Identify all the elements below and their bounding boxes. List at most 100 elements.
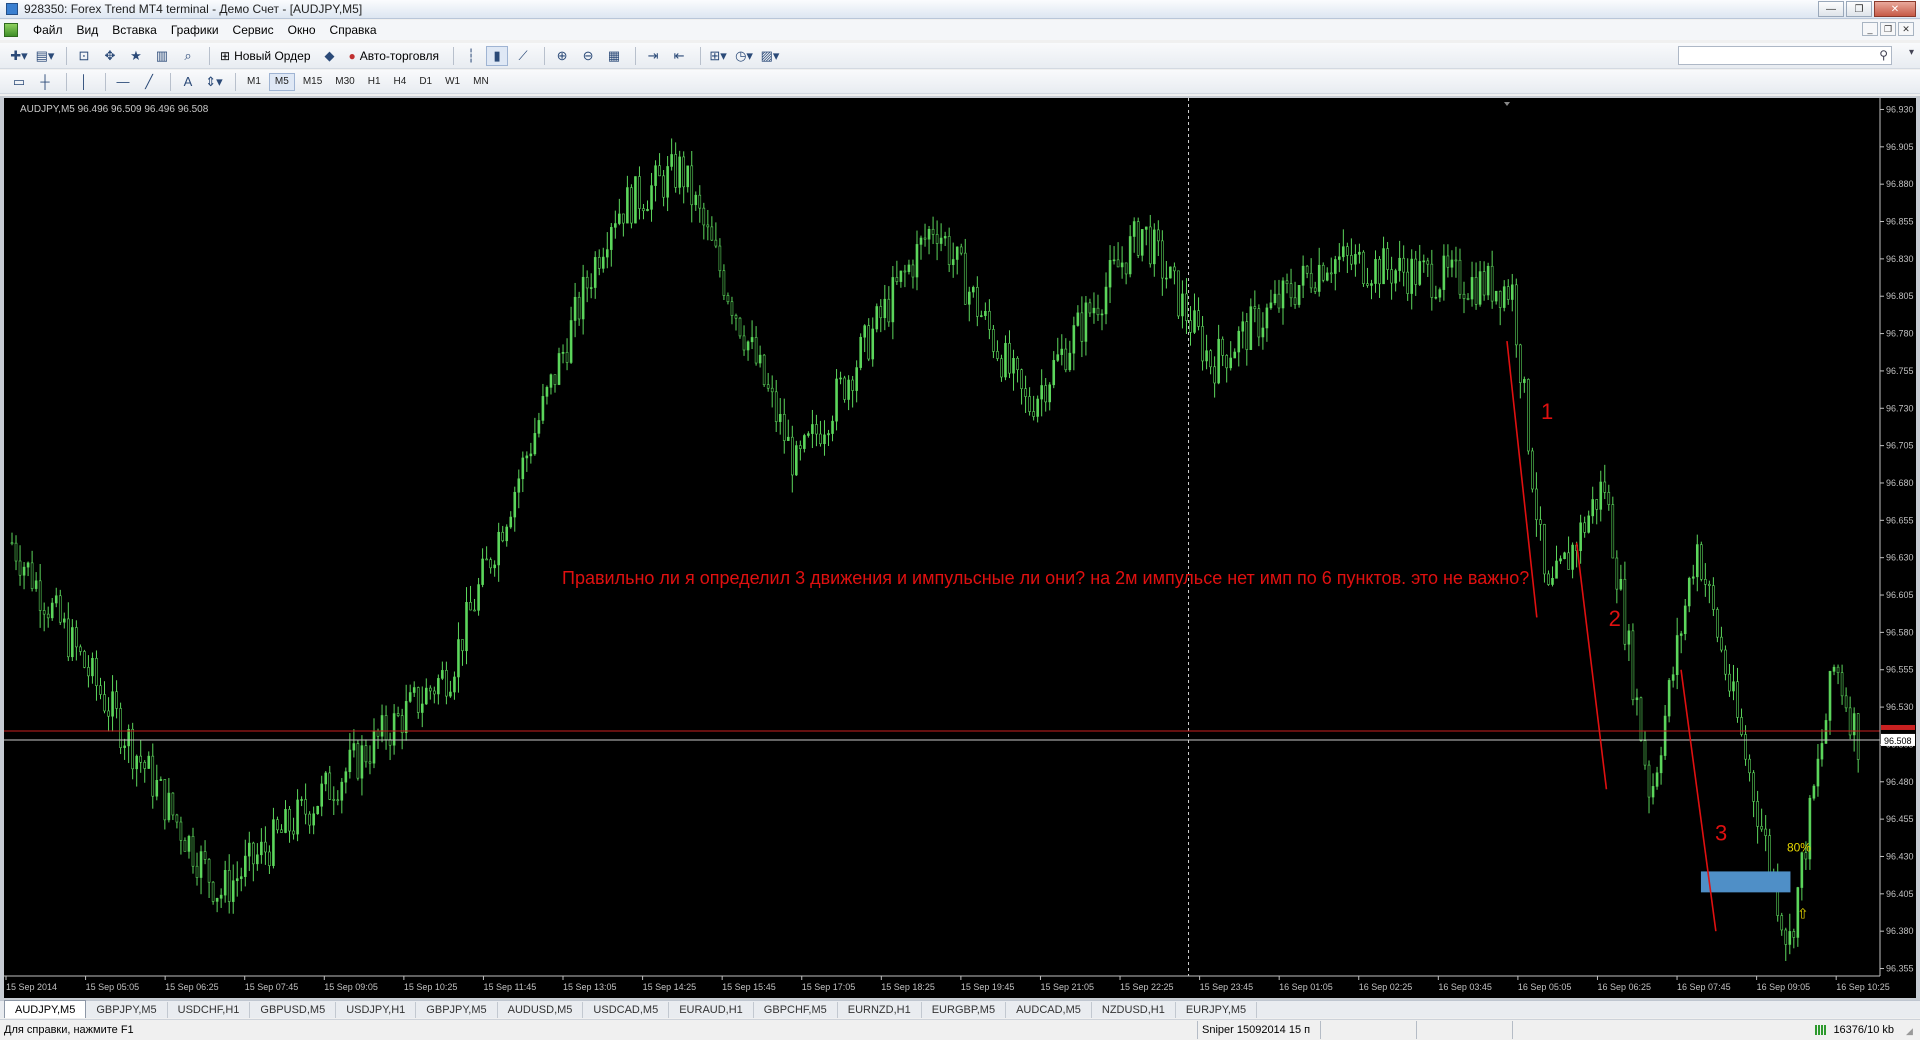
timeframe-m1[interactable]: M1	[242, 73, 266, 91]
horizontal-line-icon[interactable]: —	[112, 72, 134, 92]
close-button[interactable]: ✕	[1874, 1, 1916, 17]
menu-window[interactable]: Окно	[281, 23, 323, 37]
chart-tab-gbpchf-m5[interactable]: GBPCHF,M5	[754, 1002, 838, 1018]
menu-help[interactable]: Справка	[323, 23, 384, 37]
candle-body	[541, 396, 545, 421]
wave-line-3[interactable]	[1680, 669, 1717, 932]
mdi-minimize-button[interactable]: _	[1862, 22, 1878, 36]
menu-tools[interactable]: Сервис	[226, 23, 281, 37]
wave-label-3[interactable]: 3	[1715, 820, 1727, 845]
chart-tab-audcad-m5[interactable]: AUDCAD,M5	[1006, 1002, 1092, 1018]
menu-insert[interactable]: Вставка	[105, 23, 164, 37]
resize-grip-icon[interactable]: ◢	[1906, 1026, 1918, 1038]
menu-view[interactable]: Вид	[70, 23, 106, 37]
zoom-out-icon[interactable]: ⊖	[577, 46, 599, 66]
arrows-icon[interactable]: ⇕▾	[203, 72, 225, 92]
candle-body	[706, 224, 710, 228]
chart-tab-eurnzd-h1[interactable]: EURNZD,H1	[838, 1002, 922, 1018]
templates-icon[interactable]: ▨▾	[759, 46, 781, 66]
toolbar-overflow-icon[interactable]: ▾	[1909, 47, 1914, 58]
candle-body	[1611, 504, 1615, 559]
chart-tab-gbpjpy-m5[interactable]: GBPJPY,M5	[416, 1002, 498, 1018]
wave-line-2[interactable]	[1575, 542, 1608, 790]
candle-body	[171, 792, 175, 816]
chart-tab-nzdusd-h1[interactable]: NZDUSD,H1	[1092, 1002, 1176, 1018]
percent-label[interactable]: 80%	[1787, 840, 1811, 854]
candle-body	[34, 580, 38, 589]
time-tick-label: 15 Sep 06:25	[165, 982, 219, 992]
chart-tab-eurjpy-m5[interactable]: EURJPY,M5	[1176, 1002, 1258, 1018]
chart-window-icon[interactable]	[4, 23, 18, 37]
chart-tab-audjpy-m5[interactable]: AUDJPY,M5	[4, 1000, 87, 1018]
chart-tab-gbpjpy-m5[interactable]: GBPJPY,M5	[86, 1002, 168, 1018]
status-traffic[interactable]: 16376/10 kb	[1815, 1024, 1894, 1036]
crosshair-icon[interactable]: ┼	[34, 72, 56, 92]
mdi-close-button[interactable]: ✕	[1898, 22, 1914, 36]
candle-body	[843, 377, 846, 400]
minimize-button[interactable]: —	[1818, 1, 1844, 17]
chart-tab-audusd-m5[interactable]: AUDUSD,M5	[498, 1002, 584, 1018]
price-chart[interactable]: 1 2 3 96.930 96.905 96.880 96.855 96.830 96.805…	[4, 98, 1916, 998]
data-window-icon[interactable]: ✥	[99, 46, 121, 66]
menu-charts[interactable]: Графики	[164, 23, 226, 37]
candle-body	[1687, 577, 1691, 607]
timeframe-w1[interactable]: W1	[440, 73, 465, 91]
chart-tab-usdchf-h1[interactable]: USDCHF,H1	[168, 1002, 251, 1018]
candle-body	[1136, 221, 1140, 256]
price-tick-label: 96.780	[1886, 329, 1914, 339]
chart-tab-usdjpy-h1[interactable]: USDJPY,H1	[336, 1002, 417, 1018]
timeframe-h4[interactable]: H4	[389, 73, 412, 91]
search-input[interactable]	[1678, 46, 1892, 65]
trendline-icon[interactable]: ╱	[138, 72, 160, 92]
timeframe-d1[interactable]: D1	[414, 73, 437, 91]
candlestick-icon[interactable]: ▮	[486, 45, 509, 66]
periods-icon[interactable]: ◷▾	[733, 46, 755, 66]
tile-windows-icon[interactable]: ▦	[603, 46, 625, 66]
new-order-button[interactable]: ⊞ Новый Ордер	[216, 46, 315, 66]
new-chart-icon[interactable]: ✚▾	[8, 46, 30, 66]
auto-trading-button[interactable]: ● Авто-торговля	[345, 46, 444, 66]
navigator-icon[interactable]: ★	[125, 46, 147, 66]
strategy-tester-icon[interactable]: ⌕	[177, 46, 199, 66]
indicators-icon[interactable]: ⊞▾	[707, 46, 729, 66]
timeframe-m15[interactable]: M15	[298, 73, 327, 91]
bar-chart-icon[interactable]: ┆	[460, 46, 482, 66]
chart-shift-marker[interactable]	[1504, 102, 1510, 106]
line-chart-icon[interactable]: ⟋	[512, 46, 534, 66]
timeframe-h1[interactable]: H1	[363, 73, 386, 91]
mdi-restore-button[interactable]: ❐	[1880, 22, 1896, 36]
text-tool-icon[interactable]: A	[177, 72, 199, 92]
cursor-icon[interactable]: ▭	[8, 72, 30, 92]
timeframe-m30[interactable]: M30	[330, 73, 359, 91]
metaeditor-icon[interactable]: ◆	[319, 46, 341, 66]
menu-file[interactable]: Файл	[26, 23, 70, 37]
vertical-line-icon[interactable]: │	[73, 72, 95, 92]
timeframe-m5[interactable]: M5	[268, 72, 295, 91]
profiles-icon[interactable]: ▤▾	[34, 46, 56, 66]
chart-shift-icon[interactable]: ⇤	[668, 46, 690, 66]
candle-body	[1004, 342, 1007, 378]
chart-annotation[interactable]: Правильно ли я определил 3 движения и им…	[562, 568, 1529, 588]
candle-body	[1716, 609, 1719, 638]
time-tick-label: 16 Sep 09:05	[1757, 982, 1811, 992]
time-axis: 15 Sep 2014 15 Sep 05:05 15 Sep 06:25 15 Se…	[5, 976, 1890, 992]
search-icon[interactable]: ⚲	[1879, 48, 1888, 62]
market-watch-icon[interactable]: ⊡	[73, 46, 95, 66]
terminal-icon[interactable]: ▥	[151, 46, 173, 66]
chart-tab-eurgbp-m5[interactable]: EURGBP,M5	[922, 1002, 1007, 1018]
auto-scroll-icon[interactable]: ⇥	[642, 46, 664, 66]
wave-label-1[interactable]: 1	[1541, 399, 1553, 424]
chart-tab-euraud-h1[interactable]: EURAUD,H1	[669, 1002, 754, 1018]
maximize-button[interactable]: ❐	[1846, 1, 1872, 17]
wave-label-2[interactable]: 2	[1609, 606, 1621, 631]
target-zone[interactable]	[1700, 871, 1791, 893]
arrow-up-icon[interactable]: ⇧	[1797, 906, 1809, 922]
candle-body	[992, 329, 995, 352]
zoom-in-icon[interactable]: ⊕	[551, 46, 573, 66]
candle-body	[1438, 289, 1442, 298]
chart-tab-gbpusd-m5[interactable]: GBPUSD,M5	[250, 1002, 337, 1018]
app-icon	[6, 3, 18, 15]
timeframe-mn[interactable]: MN	[468, 73, 494, 91]
chart-tab-usdcad-m5[interactable]: USDCAD,M5	[583, 1002, 670, 1018]
status-cells	[1320, 1021, 1608, 1039]
